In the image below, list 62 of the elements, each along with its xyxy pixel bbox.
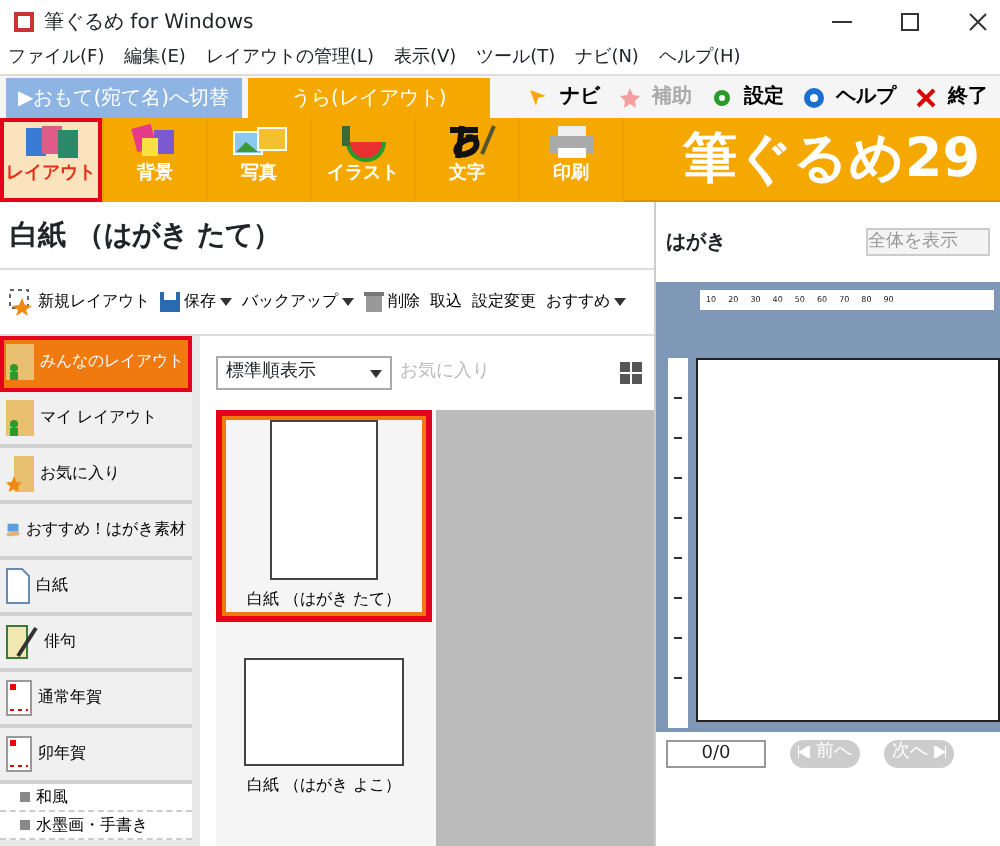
menu-item[interactable]: 表示(V) (393, 45, 457, 73)
category-item[interactable]: 白紙 (0, 560, 192, 616)
cursor-icon (528, 87, 548, 107)
caret-icon (220, 298, 232, 306)
page-icon (6, 568, 30, 604)
maximize-icon (900, 12, 920, 32)
category-item[interactable]: 水墨画・手書き (0, 812, 192, 840)
page-counter: 0/0 (666, 740, 766, 768)
grid-view-icon (620, 362, 642, 384)
layout-thumbnail[interactable]: 白紙 （はがき よこ） (216, 622, 432, 834)
star-icon (620, 87, 640, 107)
category-item[interactable]: 通常年賀 (0, 672, 192, 728)
toolbar-link[interactable]: ナビ (556, 82, 604, 112)
layout-thumbnail[interactable]: 白紙 （はがき たて） (216, 410, 432, 622)
menu-item[interactable]: ツール(T) (476, 45, 556, 73)
cards-icon (21, 122, 81, 162)
menu-item[interactable]: ファイル(F) (8, 45, 105, 73)
folder-person-icon (6, 344, 34, 380)
toolbar-button[interactable]: バックアップ (242, 290, 354, 314)
card-icon (6, 680, 32, 716)
last-page-icon (933, 745, 946, 758)
new-star-icon (8, 288, 34, 316)
floppy-icon (160, 292, 180, 312)
sort-select[interactable]: 標準順表示 (216, 356, 392, 390)
caret-icon (614, 298, 626, 306)
menu-item[interactable]: ヘルプ(H) (658, 45, 741, 73)
first-page-icon (798, 745, 810, 758)
category-item[interactable]: 和風 (0, 784, 192, 812)
toolbar-button[interactable]: 設定変更 (472, 290, 536, 314)
category-item[interactable]: マイ レイアウト (0, 392, 192, 448)
toolbar-link[interactable]: ヘルプ (832, 82, 900, 112)
toolbar-button[interactable]: 削除 (364, 290, 420, 314)
preview-title: はがき (666, 229, 726, 257)
bullet-icon (20, 792, 30, 802)
trash-icon (364, 292, 384, 312)
toolbar-link[interactable]: 終了 (944, 82, 992, 112)
folder-star-icon (6, 456, 34, 492)
layout-title: 白紙 （はがき たて） (0, 202, 654, 270)
toolbar-link[interactable]: 設定 (740, 82, 788, 112)
logo-text: 筆ぐるめ29 (682, 126, 980, 194)
folder-person-icon (6, 400, 34, 436)
toolbar-button[interactable]: 新規レイアウト (8, 288, 150, 316)
category-item[interactable]: 卯年賀 (0, 728, 192, 784)
menu-item[interactable]: ナビ(N) (575, 45, 639, 73)
toolbar-button[interactable]: 保存 (160, 290, 232, 314)
card-icon (6, 736, 32, 772)
toolbar-button[interactable]: おすすめ (546, 290, 626, 314)
category-item[interactable]: お気に入り (0, 448, 192, 504)
mode-tab[interactable]: レイアウト (0, 118, 104, 202)
toolbar-button[interactable]: 取込 (430, 290, 462, 314)
app-icon (12, 10, 36, 34)
category-item[interactable]: 俳句 (0, 616, 192, 672)
menu-item[interactable]: レイアウトの管理(L) (205, 45, 374, 73)
caret-icon (342, 298, 354, 306)
close-icon (916, 87, 936, 107)
category-item[interactable]: おすすめ！はがき素材 (0, 504, 192, 560)
menu-item[interactable]: 編集(E) (124, 45, 186, 73)
window-title: 筆ぐるめ for Windows (44, 9, 254, 37)
bullet-icon (20, 820, 30, 830)
caret-icon (370, 369, 382, 377)
close-icon (968, 12, 988, 32)
brush-icon (6, 624, 38, 660)
